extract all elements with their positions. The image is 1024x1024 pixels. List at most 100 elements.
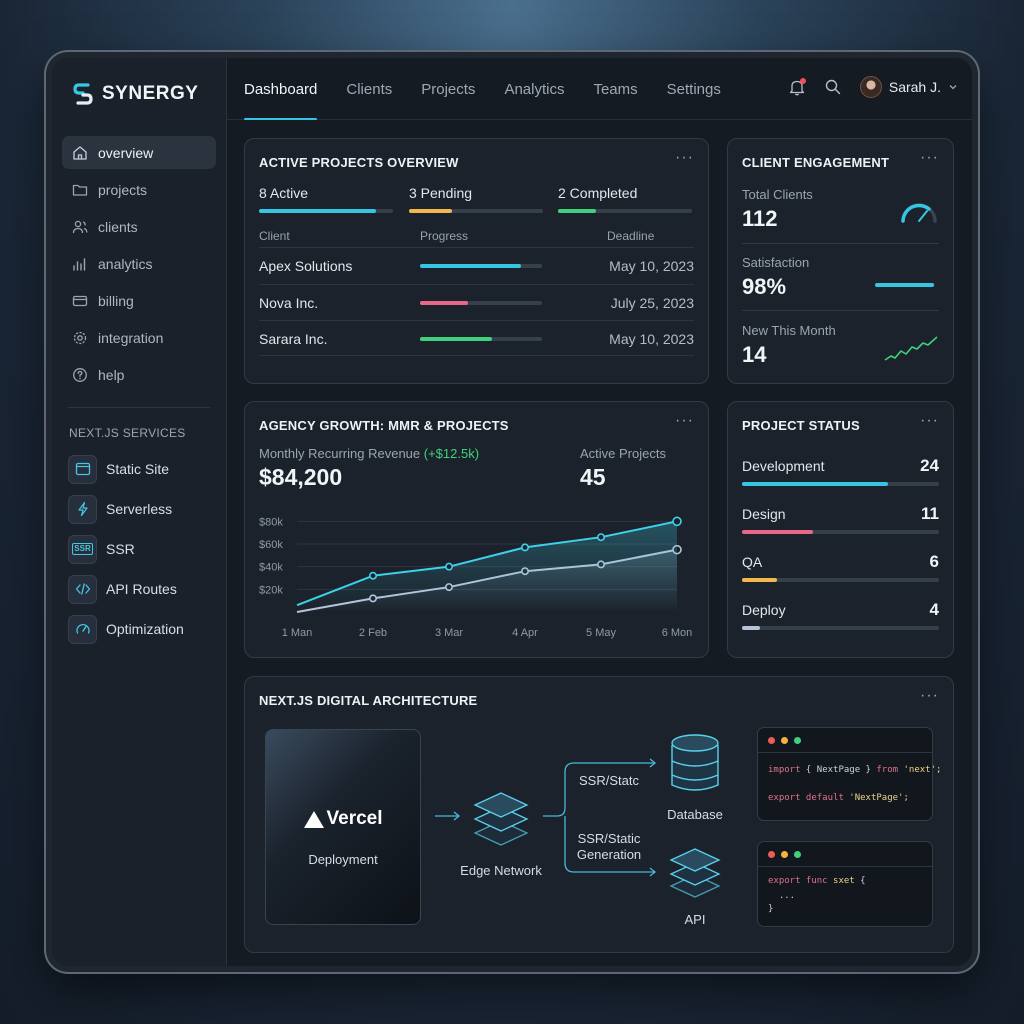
status-count: 6 (929, 552, 939, 571)
code-window-import[interactable]: import { NextPage } from 'next'; export … (757, 727, 941, 821)
notification-dot (799, 78, 806, 84)
row-progress-bar (420, 301, 542, 305)
total-clients-value: 112 (742, 206, 778, 231)
data-point (369, 571, 378, 580)
service-label: API Routes (106, 581, 177, 597)
brand[interactable]: SYNERGY (72, 82, 198, 106)
divider (758, 752, 932, 753)
sidebar-item-help[interactable]: help (62, 358, 216, 391)
architecture-card: NEXT.JS DIGITAL ARCHITECTURE ··· Vercel … (244, 676, 954, 953)
divider (758, 866, 932, 867)
vercel-deployment-tile[interactable]: Vercel Deployment (265, 729, 421, 925)
more-options-button[interactable]: ··· (920, 149, 939, 167)
x-tick-label: 1 Man (282, 627, 313, 639)
service-optimization[interactable]: Optimization (68, 613, 218, 645)
active-projects-card: ACTIVE PROJECTS OVERVIEW ··· 8 Active 3 … (244, 138, 709, 384)
column-header-client: Client (259, 229, 290, 243)
service-static-site[interactable]: Static Site (68, 453, 218, 485)
sidebar-divider (68, 407, 210, 408)
code-line: export func sxet { (768, 876, 866, 886)
more-options-button[interactable]: ··· (675, 412, 694, 430)
services-heading: NEXT.JS SERVICES (69, 426, 186, 440)
status-bar (742, 578, 939, 582)
help-circle-icon (73, 367, 87, 382)
satisfaction-label: Satisfaction (742, 255, 810, 270)
new-this-month-label: New This Month (742, 323, 836, 338)
sidebar-item-overview[interactable]: overview (62, 136, 216, 169)
sidebar-item-projects[interactable]: projects (62, 173, 216, 206)
code-string: 'NextPage'; (843, 793, 909, 803)
sidebar-item-analytics[interactable]: analytics (62, 247, 216, 280)
database-label: Database (667, 807, 723, 822)
service-ssr[interactable]: SSR SSR (68, 533, 218, 565)
code-window-export[interactable]: export func sxet { ... } (757, 841, 933, 927)
progress-fill (420, 337, 492, 341)
tab-dashboard[interactable]: Dashboard (244, 58, 318, 120)
user-name: Sarah J. (888, 79, 941, 95)
new-this-month-value: 14 (742, 342, 767, 367)
code-brackets-icon (68, 574, 97, 604)
api-icon (669, 848, 721, 898)
gauge-icon (901, 203, 937, 223)
code-string: 'next'; (898, 765, 942, 775)
service-serverless[interactable]: Serverless (68, 493, 218, 525)
progress-fill (742, 626, 760, 630)
speedometer-icon (68, 614, 97, 644)
stat-pending: 3 Pending (409, 185, 473, 201)
sidebar-item-integration[interactable]: integration (62, 321, 216, 354)
more-options-button[interactable]: ··· (920, 412, 939, 430)
edge-network-label: Edge Network (460, 863, 542, 878)
code-line: import { NextPage } from 'next'; (768, 765, 941, 775)
status-name: QA (742, 554, 763, 570)
table-row[interactable]: Apex Solutions May 10, 2023 (259, 247, 694, 283)
api-label: API (684, 912, 706, 927)
progress-fill (742, 482, 888, 486)
tab-projects[interactable]: Projects (421, 58, 475, 120)
notification-bell-button[interactable] (788, 78, 806, 96)
data-point (596, 533, 605, 542)
deadline: May 10, 2023 (609, 258, 694, 274)
bar-chart-icon (73, 257, 86, 271)
more-options-button[interactable]: ··· (920, 687, 939, 705)
tab-teams[interactable]: Teams (593, 58, 637, 120)
column-header-progress: Progress (420, 229, 469, 243)
ssr-icon: SSR (68, 534, 97, 564)
tab-settings[interactable]: Settings (667, 58, 721, 120)
stat-completed: 2 Completed (558, 185, 638, 201)
header-actions: Sarah J. (788, 76, 958, 98)
card-title: CLIENT ENGAGEMENT (742, 155, 890, 170)
card-title: PROJECT STATUS (742, 418, 860, 433)
more-options-button[interactable]: ··· (675, 149, 694, 167)
code-line: ... (768, 891, 796, 901)
service-api-routes[interactable]: API Routes (68, 573, 218, 605)
search-icon[interactable] (824, 78, 842, 96)
credit-card-icon (72, 295, 88, 306)
data-point (520, 543, 529, 552)
sidebar: SYNERGY overview projects clients analyt… (52, 58, 227, 966)
active-projects-label: Active Projects (580, 446, 666, 461)
x-tick-label: 5 May (586, 627, 616, 639)
browser-window-icon (68, 454, 97, 484)
service-label: Optimization (106, 621, 184, 637)
tab-analytics[interactable]: Analytics (504, 58, 564, 120)
total-clients-label: Total Clients (742, 187, 813, 202)
progress-fill (742, 530, 813, 534)
chevron-down-icon (949, 85, 957, 90)
sidebar-item-label: projects (98, 181, 148, 198)
sidebar-item-billing[interactable]: billing (62, 284, 216, 317)
x-tick-label: 4 Apr (512, 627, 538, 639)
status-count: 24 (920, 456, 939, 475)
ssr-generation-line-2: Generation (576, 847, 642, 862)
progress-fill (742, 578, 778, 582)
home-icon (73, 145, 87, 160)
table-row[interactable]: Nova Inc. July 25, 2023 (259, 284, 694, 320)
satisfaction-bar (875, 283, 935, 287)
table-row[interactable]: Sarara Inc. May 10, 2023 (259, 320, 694, 356)
x-tick-label: 6 Mon (662, 627, 693, 639)
avatar (859, 76, 882, 98)
active-projects-value: 45 (580, 464, 606, 490)
user-menu[interactable]: Sarah J. (859, 76, 958, 98)
window-controls (768, 851, 801, 858)
sidebar-item-clients[interactable]: clients (62, 210, 216, 243)
tab-clients[interactable]: Clients (346, 58, 392, 120)
